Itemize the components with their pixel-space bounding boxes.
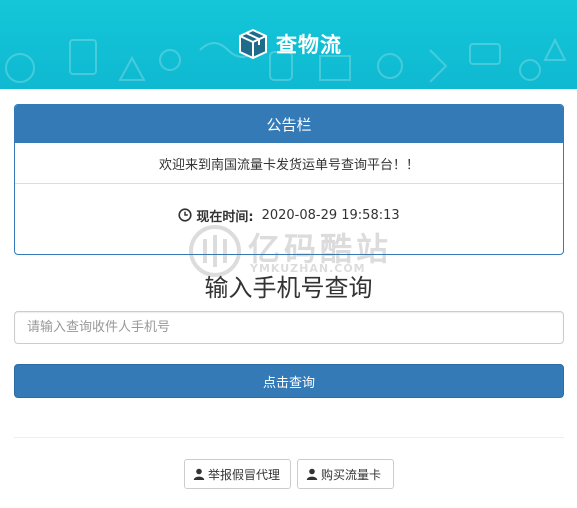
notice-panel: 公告栏 欢迎来到南国流量卡发货运单号查询平台！！ 现在时间: 2020-08-2…: [14, 104, 564, 255]
report-fake-agent-button[interactable]: 举报假冒代理: [184, 459, 291, 489]
brand: 查物流: [236, 26, 342, 62]
query-button[interactable]: 点击查询: [14, 364, 564, 398]
user-icon: [193, 468, 205, 480]
brand-name: 查物流: [276, 33, 342, 57]
time-label: 现在时间:: [196, 209, 254, 225]
notice-message: 欢迎来到南国流量卡发货运单号查询平台！！: [15, 143, 563, 184]
current-time-row: 现在时间: 2020-08-29 19:58:13: [15, 184, 563, 246]
time-value: 2020-08-29 19:58:13: [261, 207, 400, 223]
header-banner: 查物流: [0, 0, 577, 89]
report-button-label: 举报假冒代理: [208, 467, 281, 482]
divider: [14, 437, 564, 438]
user-icon: [306, 468, 318, 480]
package-box-icon: [239, 28, 267, 60]
notice-title: 公告栏: [15, 105, 563, 143]
buy-button-label: 购买流量卡: [321, 467, 382, 482]
buy-data-card-button[interactable]: 购买流量卡: [297, 459, 394, 489]
clock-icon: [178, 208, 192, 222]
page-title: 输入手机号查询: [204, 274, 373, 302]
phone-search-input[interactable]: [14, 311, 564, 344]
